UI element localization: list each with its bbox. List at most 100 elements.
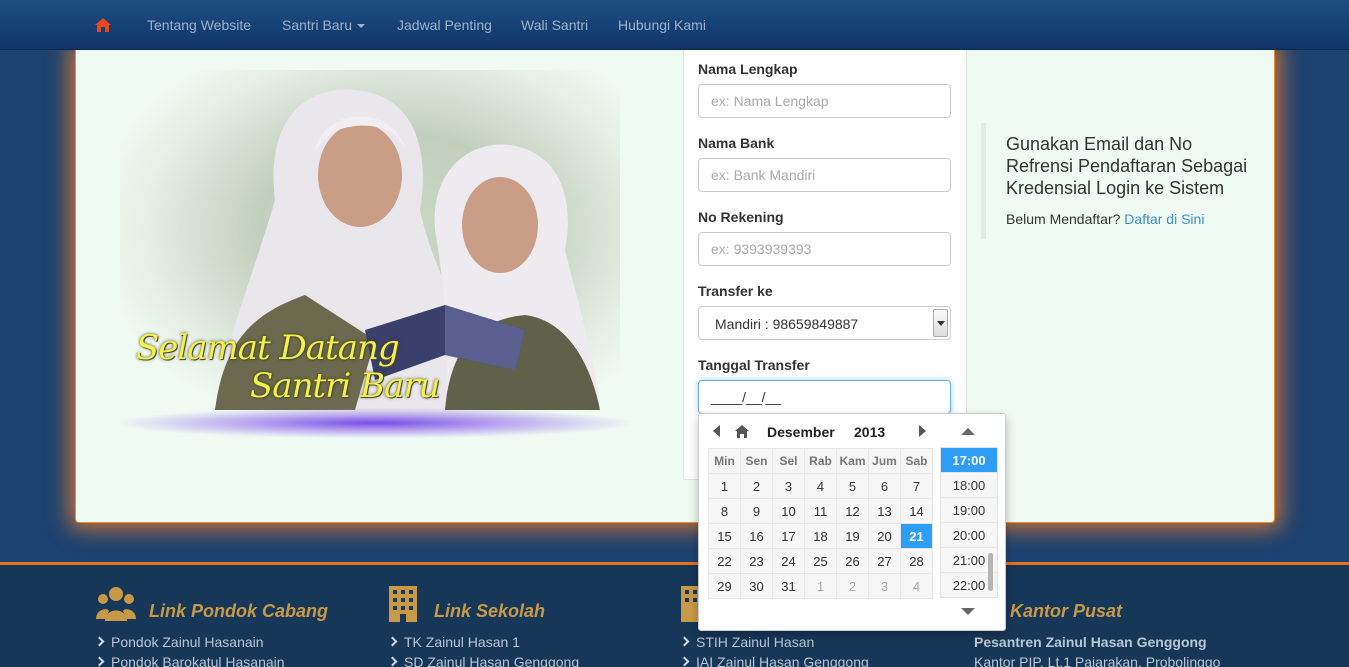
weekday-header: Min [708, 448, 741, 474]
calendar-day[interactable]: 22 [708, 548, 741, 574]
info-accent-bar [981, 123, 986, 239]
calendar-day[interactable]: 31 [772, 573, 805, 599]
calendar-day[interactable]: 19 [836, 523, 869, 549]
calendar-day[interactable]: 16 [740, 523, 773, 549]
calendar-grid: Min Sen Sel Rab Kam Jum Sab 1 2 3 4 5 6 … [708, 448, 933, 599]
calendar-day[interactable]: 9 [740, 498, 773, 524]
calendar-week: 22 23 24 25 26 27 28 [708, 548, 933, 574]
nav-item-santri-baru-label: Santri Baru [282, 17, 353, 33]
register-link[interactable]: Daftar di Sini [1124, 211, 1204, 227]
footer-link-iai-zainul-hasan[interactable]: IAI Zainul Hasan Genggong [681, 654, 869, 667]
calendar-week: 1 2 3 4 5 6 7 [708, 473, 933, 499]
transfer-ke-label: Transfer ke [698, 283, 773, 299]
info-title: Gunakan Email dan No Refrensi Pendaftara… [1006, 134, 1248, 198]
footer-link-sd-zainul-hasan[interactable]: SD Zainul Hasan Genggong [389, 654, 579, 667]
picker-month[interactable]: Desember [767, 424, 835, 440]
footer-office-address: Kantor PIP. Lt.1 Pajarakan, Probolinggo [974, 654, 1221, 667]
calendar-day[interactable]: 5 [836, 473, 869, 499]
weekday-header-row: Min Sen Sel Rab Kam Jum Sab [708, 448, 933, 474]
calendar-day-next-month[interactable]: 2 [836, 573, 869, 599]
nav-item-santri-baru[interactable]: Santri Baru [282, 17, 366, 33]
calendar-day-next-month[interactable]: 1 [804, 573, 837, 599]
calendar-day[interactable]: 25 [804, 548, 837, 574]
footer-heading-pondok-cabang: Link Pondok Cabang [149, 601, 329, 621]
time-scroll-up-icon[interactable] [961, 428, 975, 435]
calendar-day[interactable]: 10 [772, 498, 805, 524]
footer-link-tk-zainul-hasan[interactable]: TK Zainul Hasan 1 [389, 634, 520, 650]
calendar-day[interactable]: 17 [772, 523, 805, 549]
calendar-day[interactable]: 27 [868, 548, 901, 574]
nav-item-tentang-website[interactable]: Tentang Website [147, 17, 251, 33]
calendar-day[interactable]: 2 [740, 473, 773, 499]
calendar-day[interactable]: 7 [900, 473, 933, 499]
calendar-day[interactable]: 29 [708, 573, 741, 599]
weekday-header: Sen [740, 448, 773, 474]
calendar-day[interactable]: 18 [804, 523, 837, 549]
calendar-day[interactable]: 26 [836, 548, 869, 574]
transfer-ke-value: Mandiri : 98659849887 [715, 316, 859, 332]
home-icon[interactable] [94, 17, 112, 33]
nama-bank-input[interactable] [698, 158, 951, 192]
calendar-day[interactable]: 8 [708, 498, 741, 524]
tanggal-transfer-value: ____/__/__ [711, 389, 782, 405]
next-month-icon[interactable] [919, 425, 926, 437]
footer-heading-kantor-pusat: Kantor Pusat [1010, 601, 1123, 621]
nav-item-wali-santri[interactable]: Wali Santri [521, 17, 588, 33]
select-arrow-icon[interactable] [933, 309, 948, 337]
hero-glow [120, 408, 630, 438]
weekday-header: Rab [804, 448, 837, 474]
time-option-selected[interactable]: 17:00 [941, 448, 997, 473]
building-icon [389, 586, 417, 622]
datetime-picker: Desember 2013 Min Sen Sel Rab Kam Jum Sa… [698, 413, 1006, 631]
info-register-prompt: Belum Mendaftar? Daftar di Sini [1006, 211, 1204, 227]
footer-heading-sekolah: Link Sekolah [434, 601, 546, 621]
footer-link-pondok-zainul-hasanain[interactable]: Pondok Zainul Hasanain [96, 634, 264, 650]
nav-item-hubungi-kami[interactable]: Hubungi Kami [618, 17, 706, 33]
calendar-day[interactable]: 23 [740, 548, 773, 574]
nama-lengkap-input[interactable] [698, 84, 951, 118]
time-list-scrollbar[interactable] [988, 553, 993, 591]
calendar-day[interactable]: 4 [804, 473, 837, 499]
calendar-day[interactable]: 11 [804, 498, 837, 524]
footer-link-stih-zainul-hasan[interactable]: STIH Zainul Hasan [681, 634, 814, 650]
prev-month-icon[interactable] [713, 425, 720, 437]
calendar-day-next-month[interactable]: 3 [868, 573, 901, 599]
calendar-week: 15 16 17 18 19 20 21 [708, 523, 933, 549]
calendar-day[interactable]: 13 [868, 498, 901, 524]
calendar-day-selected[interactable]: 21 [900, 523, 933, 549]
calendar-week: 29 30 31 1 2 3 4 [708, 573, 933, 599]
calendar-day[interactable]: 20 [868, 523, 901, 549]
calendar-day[interactable]: 28 [900, 548, 933, 574]
calendar-day-next-month[interactable]: 4 [900, 573, 933, 599]
calendar-day[interactable]: 3 [772, 473, 805, 499]
calendar-day[interactable]: 15 [708, 523, 741, 549]
transfer-ke-select[interactable]: Mandiri : 98659849887 [698, 306, 951, 340]
weekday-header: Jum [868, 448, 901, 474]
calendar-week: 8 9 10 11 12 13 14 [708, 498, 933, 524]
weekday-header: Kam [836, 448, 869, 474]
footer-office-name: Pesantren Zainul Hasan Genggong [974, 634, 1207, 650]
time-option[interactable]: 18:00 [941, 473, 997, 498]
time-option[interactable]: 20:00 [941, 523, 997, 548]
hero-image: Selamat Datang Santri Baru [100, 70, 640, 440]
no-rekening-label: No Rekening [698, 209, 784, 225]
tanggal-transfer-input[interactable]: ____/__/__ [698, 380, 951, 414]
weekday-header: Sab [900, 448, 933, 474]
time-scroll-down-icon[interactable] [961, 608, 975, 615]
no-rekening-input[interactable] [698, 232, 951, 266]
time-option[interactable]: 19:00 [941, 498, 997, 523]
calendar-day[interactable]: 14 [900, 498, 933, 524]
nav-item-jadwal-penting[interactable]: Jadwal Penting [397, 17, 492, 33]
nama-bank-label: Nama Bank [698, 135, 775, 151]
hero-welcome-line1: Selamat Datang [136, 328, 400, 368]
today-home-icon[interactable] [735, 425, 749, 438]
picker-year[interactable]: 2013 [854, 424, 885, 440]
calendar-day[interactable]: 6 [868, 473, 901, 499]
calendar-day[interactable]: 24 [772, 548, 805, 574]
nama-lengkap-label: Nama Lengkap [698, 61, 798, 77]
calendar-day[interactable]: 12 [836, 498, 869, 524]
footer-link-pondok-barokatul-hasanain[interactable]: Pondok Barokatul Hasanain [96, 654, 285, 667]
navbar: Tentang Website Santri Baru Jadwal Penti… [0, 0, 1349, 50]
calendar-day[interactable]: 1 [708, 473, 741, 499]
calendar-day[interactable]: 30 [740, 573, 773, 599]
